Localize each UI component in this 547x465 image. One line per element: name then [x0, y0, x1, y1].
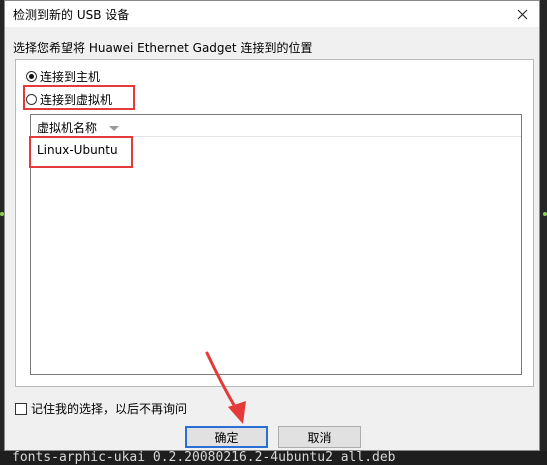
- annotation-arrow-icon: [205, 351, 246, 424]
